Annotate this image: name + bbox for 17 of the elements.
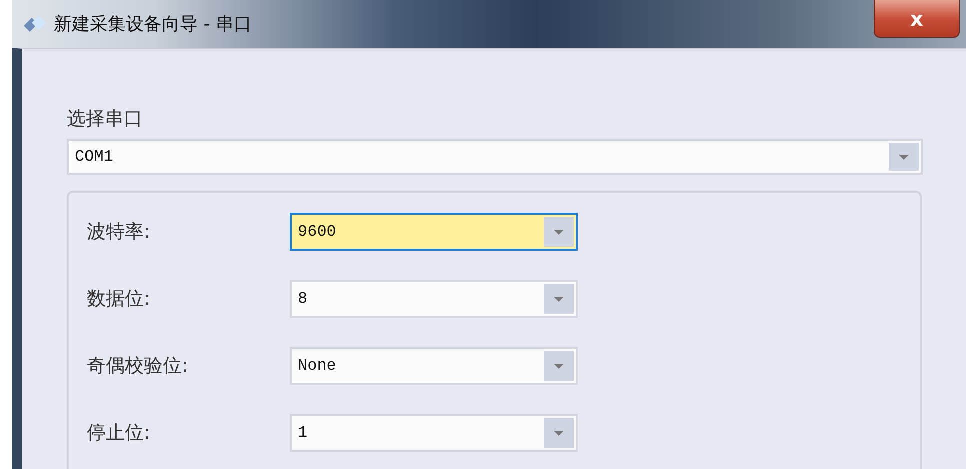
dropdown-value: COM1 <box>74 148 114 166</box>
port-dropdown[interactable]: COM1 <box>67 139 923 175</box>
field-label: 奇偶校验位: <box>86 354 190 379</box>
dropdown-value: None <box>297 357 338 375</box>
field-label: 停止位: <box>86 421 152 446</box>
field-label: 数据位: <box>86 287 152 312</box>
dropdown-value: 8 <box>297 290 309 308</box>
diamond-icon <box>22 14 48 34</box>
window-title: 新建采集设备向导 - 串口 <box>54 13 252 36</box>
dropdown[interactable]: 1 <box>290 414 578 452</box>
close-button[interactable]: x <box>874 0 960 38</box>
field-label: 波特率: <box>86 220 152 245</box>
dropdown[interactable]: 8 <box>290 280 578 318</box>
field-label: 选择串口 <box>67 107 144 132</box>
dropdown-value: 1 <box>297 424 309 442</box>
dropdown[interactable]: None <box>290 347 578 385</box>
dropdown[interactable]: 9600 <box>290 213 578 251</box>
